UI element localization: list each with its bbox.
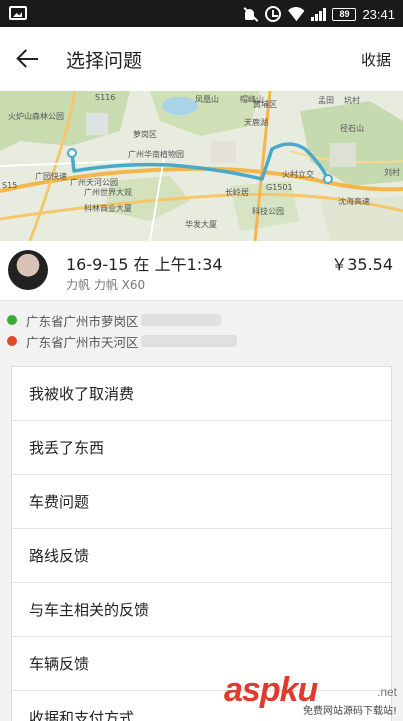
map-label: 科技公园: [252, 207, 284, 216]
trip-addresses: 广东省广州市萝岗区 广东省广州市天河区: [0, 302, 403, 358]
map-label: 孟田: [318, 96, 334, 105]
trip-map[interactable]: S116 火炉山森林公园 凤凰山 萝岗区 帽峰山 黄埔区 孟田 坑村 天鹿湖 广…: [0, 91, 403, 241]
map-label: 沈海高速: [338, 197, 370, 206]
problem-route[interactable]: 路线反馈: [12, 529, 391, 583]
destination-dot-icon: [7, 336, 17, 346]
map-label: 凤凰山: [195, 95, 219, 104]
status-bar: 89 23:41: [0, 0, 403, 27]
map-label: G1501: [266, 183, 293, 192]
battery-icon: 89: [332, 7, 357, 21]
map-label: 广州世界大观: [84, 188, 132, 197]
page-title: 选择问题: [66, 50, 143, 72]
map-label: 刘村: [384, 168, 400, 177]
map-label: 天鹿湖: [244, 118, 268, 127]
map-label: 径石山: [340, 124, 364, 133]
wifi-icon: [287, 7, 305, 21]
problem-fare[interactable]: 车费问题: [12, 475, 391, 529]
map-label: 广园快速: [35, 172, 67, 181]
redacted-area: [140, 335, 237, 347]
problem-cancellation-fee[interactable]: 我被收了取消费: [12, 367, 391, 421]
signal-icon: [311, 7, 327, 21]
trip-summary[interactable]: 16-9-15 在 上午1:34 力帆 力帆 X60 ￥35.54: [0, 241, 403, 301]
watermark-tagline: 免费网站源码下载站!: [302, 706, 397, 717]
watermark: aspku .net 免费网站源码下载站!: [224, 671, 399, 717]
watermark-suffix: .net: [376, 685, 397, 699]
trip-datetime: 16-9-15 在 上午1:34: [66, 255, 223, 274]
map-label: 华发大厦: [185, 220, 217, 229]
map-label: 黄埔区: [253, 100, 277, 109]
car-model: 力帆 力帆 X60: [66, 278, 146, 292]
app-header: 选择问题 收据: [0, 27, 403, 91]
problem-driver[interactable]: 与车主相关的反馈: [12, 583, 391, 637]
alarm-icon: [265, 6, 282, 22]
gallery-icon: [9, 6, 27, 20]
map-label: 萝岗区: [133, 130, 157, 139]
problem-lost-item[interactable]: 我丢了东西: [12, 421, 391, 475]
destination-address-text: 广东省广州市天河区: [26, 334, 139, 350]
map-label: 长岭居: [225, 188, 249, 197]
clock: 23:41: [362, 6, 395, 22]
problem-list: 我被收了取消费 我丢了东西 车费问题 路线反馈 与车主相关的反馈 车辆反馈 收据…: [11, 366, 392, 721]
origin-address: 广东省广州市萝岗区: [7, 310, 221, 330]
avatar: [8, 250, 48, 290]
map-label: S116: [95, 93, 116, 102]
trip-price: ￥35.54: [331, 255, 393, 274]
redacted-area: [140, 314, 221, 326]
map-label: 科林商业大厦: [84, 204, 132, 213]
back-arrow-icon[interactable]: [14, 45, 44, 73]
map-label: 火炉山森林公园: [8, 112, 64, 121]
mute-icon: [243, 6, 259, 22]
origin-dot-icon: [7, 315, 17, 325]
map-label: 火村立交: [282, 170, 314, 179]
destination-address: 广东省广州市天河区: [7, 331, 237, 351]
origin-address-text: 广东省广州市萝岗区: [26, 313, 139, 329]
status-icons: 89 23:41: [243, 4, 395, 24]
receipt-button[interactable]: 收据: [361, 49, 391, 70]
map-label: S15: [2, 181, 18, 190]
map-label: 广州华南植物园: [128, 150, 184, 159]
map-label: 坑村: [344, 96, 360, 105]
